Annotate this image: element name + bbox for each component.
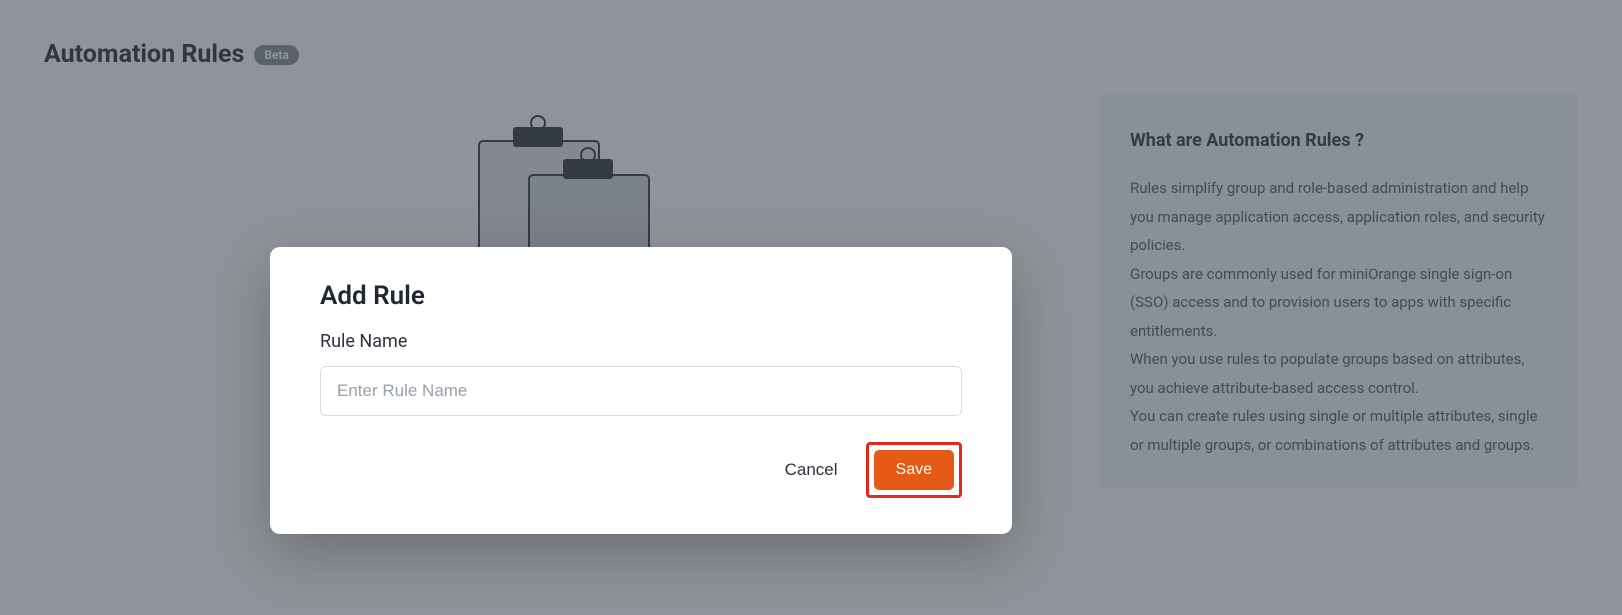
rule-name-input[interactable] [320,366,962,416]
rule-name-label: Rule Name [320,331,962,352]
cancel-button[interactable]: Cancel [785,460,838,480]
save-button[interactable]: Save [874,450,954,490]
modal-actions: Cancel Save [320,442,962,498]
add-rule-modal: Add Rule Rule Name Cancel Save [270,247,1012,534]
modal-title: Add Rule [320,281,962,311]
save-highlight-box: Save [866,442,962,498]
